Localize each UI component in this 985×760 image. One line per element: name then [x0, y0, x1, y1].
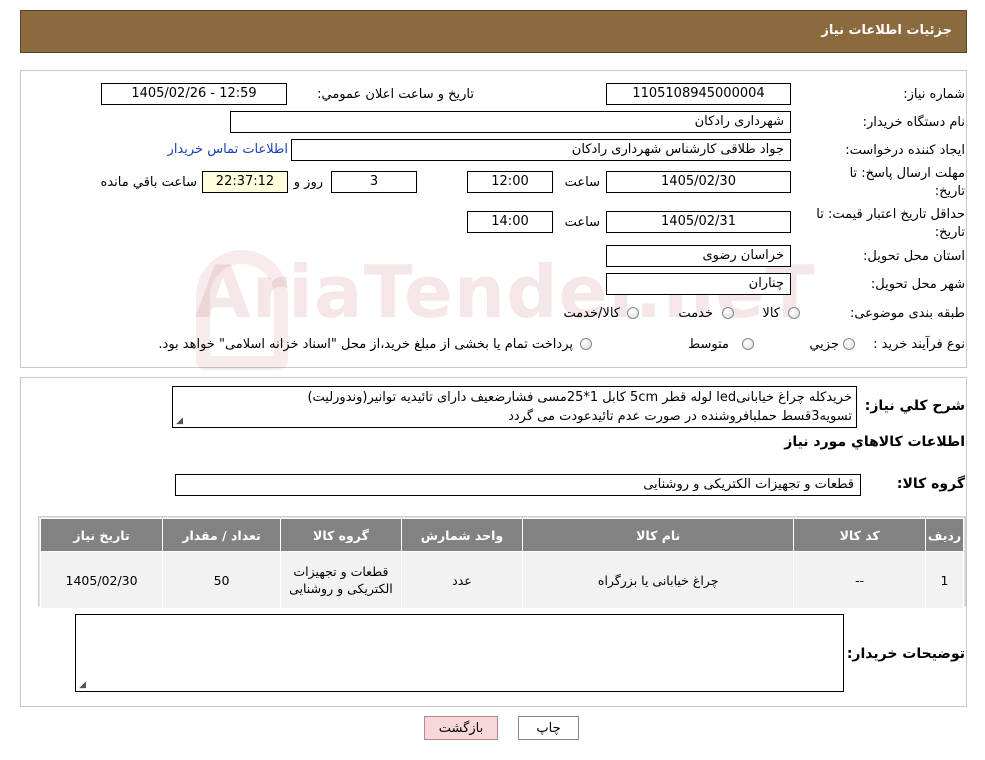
category-radio-goods-service[interactable] [627, 307, 639, 319]
price-valid-date: 1405/02/31 [606, 211, 791, 233]
remaining-time-field: 22:37:12 [202, 171, 288, 193]
treasury-note-radio[interactable] [580, 338, 592, 350]
category-option-service: خدمت [678, 306, 713, 321]
need-number-field: 1105108945000004 [606, 83, 791, 105]
category-radio-service[interactable] [722, 307, 734, 319]
back-button[interactable]: بازگشت [424, 716, 498, 740]
purchase-type-option-minor: جزيي [809, 337, 839, 352]
city-field: چناران [606, 273, 791, 295]
resize-handle-icon[interactable]: ◢ [175, 417, 183, 426]
col-qty-header: تعداد / مقدار [162, 518, 281, 552]
send-deadline-label: مهلت ارسال پاسخ: تا [849, 166, 965, 181]
creator-label: ايجاد كننده درخواست: [845, 143, 965, 158]
purchase-note: پرداخت تمام يا بخشی از مبلغ خريد،از محل … [158, 337, 573, 352]
price-valid-time-label: ساعت [564, 215, 600, 230]
price-valid-time: 14:00 [467, 211, 553, 233]
price-valid-label-2: تاريخ: [934, 225, 965, 240]
print-button[interactable]: چاپ [518, 716, 579, 740]
category-option-goods: کالا [762, 306, 780, 321]
cell-date: 1405/02/30 [39, 551, 164, 609]
send-deadline-time-label: ساعت [564, 175, 600, 190]
description-line-1: خریدکله چراغ خیابانیled لوله قطر 5cm کاب… [307, 390, 852, 405]
days-label: روز و [293, 175, 323, 190]
description-line-2: تسویه3قسط حملبافروشنده در صورت عدم تائید… [508, 409, 852, 424]
description-label: شرح كلي نياز: [864, 398, 965, 414]
table-row: 1 -- چراغ خیابانی یا بزرگراه عدد قطعات و… [39, 551, 965, 609]
province-label: استان محل تحويل: [863, 249, 965, 264]
buyer-notes-label: توضيحات خريدار: [846, 646, 965, 662]
description-textarea[interactable]: خریدکله چراغ خیابانیled لوله قطر 5cm کاب… [172, 386, 857, 428]
province-field: خراسان رضوی [606, 245, 791, 267]
buyer-org-label: نام دستگاه خريدار: [862, 115, 965, 130]
col-name-header: نام كالا [521, 518, 795, 552]
col-unit-header: واحد شمارش [400, 518, 523, 552]
cell-group: قطعات و تجهیزات الکتریکی و روشنایی [279, 551, 402, 609]
col-code-header: كد كالا [793, 518, 926, 552]
price-valid-label: حداقل تاريخ اعتبار قيمت: تا [816, 207, 965, 222]
buyer-contact-link[interactable]: اطلاعات تماس خريدار [168, 142, 288, 157]
cell-code: -- [793, 551, 926, 609]
remaining-time-label: ساعت باقي مانده [100, 175, 197, 190]
col-group-header: گروه كالا [279, 518, 402, 552]
page-header: جزئیات اطلاعات نیاز [20, 10, 967, 53]
purchase-type-label: نوع فرآيند خريد : [873, 337, 965, 352]
category-option-goods-service: کالا/خدمت [563, 306, 620, 321]
announce-field: 1405/02/26 - 12:59 [101, 83, 287, 105]
days-remaining-field: 3 [331, 171, 417, 193]
cell-unit: عدد [400, 551, 523, 609]
goods-group-label: گروه کالا: [896, 476, 965, 492]
creator-field: جواد طلاقی کارشناس شهرداری رادکان [291, 139, 791, 161]
send-deadline-label-2: تاريخ: [934, 184, 965, 199]
send-deadline-date: 1405/02/30 [606, 171, 791, 193]
category-label: طبقه بندی موضوعی: [849, 306, 965, 321]
send-deadline-time: 12:00 [467, 171, 553, 193]
resize-handle-icon[interactable]: ◢ [78, 681, 86, 690]
col-date-header: تاريخ نياز [39, 518, 164, 552]
page-title: جزئیات اطلاعات نیاز [821, 23, 952, 38]
cell-qty: 50 [162, 551, 281, 609]
purchase-type-radio-minor[interactable] [843, 338, 855, 350]
table-header-row: رديف كد كالا نام كالا واحد شمارش گروه كا… [39, 518, 965, 552]
cell-row: 1 [924, 551, 965, 609]
buyer-org-field: شهرداری رادکان [230, 111, 791, 133]
city-label: شهر محل تحويل: [870, 277, 965, 292]
announce-label: تاريخ و ساعت اعلان عمومي: [317, 87, 474, 102]
purchase-type-option-medium: متوسط [688, 337, 729, 352]
goods-table: رديف كد كالا نام كالا واحد شمارش گروه كا… [39, 518, 965, 609]
purchase-type-radio-medium[interactable] [742, 338, 754, 350]
goods-group-field: قطعات و تجهیزات الکتریکی و روشنایی [175, 474, 861, 496]
cell-name: چراغ خیابانی یا بزرگراه [521, 551, 795, 609]
goods-section-title: اطلاعات كالاهاي مورد نياز [784, 434, 965, 450]
need-number-label: شماره نیاز: [903, 87, 965, 102]
col-row-header: رديف [924, 518, 965, 552]
buyer-notes-textarea[interactable]: ◢ [75, 614, 844, 692]
category-radio-goods[interactable] [788, 307, 800, 319]
